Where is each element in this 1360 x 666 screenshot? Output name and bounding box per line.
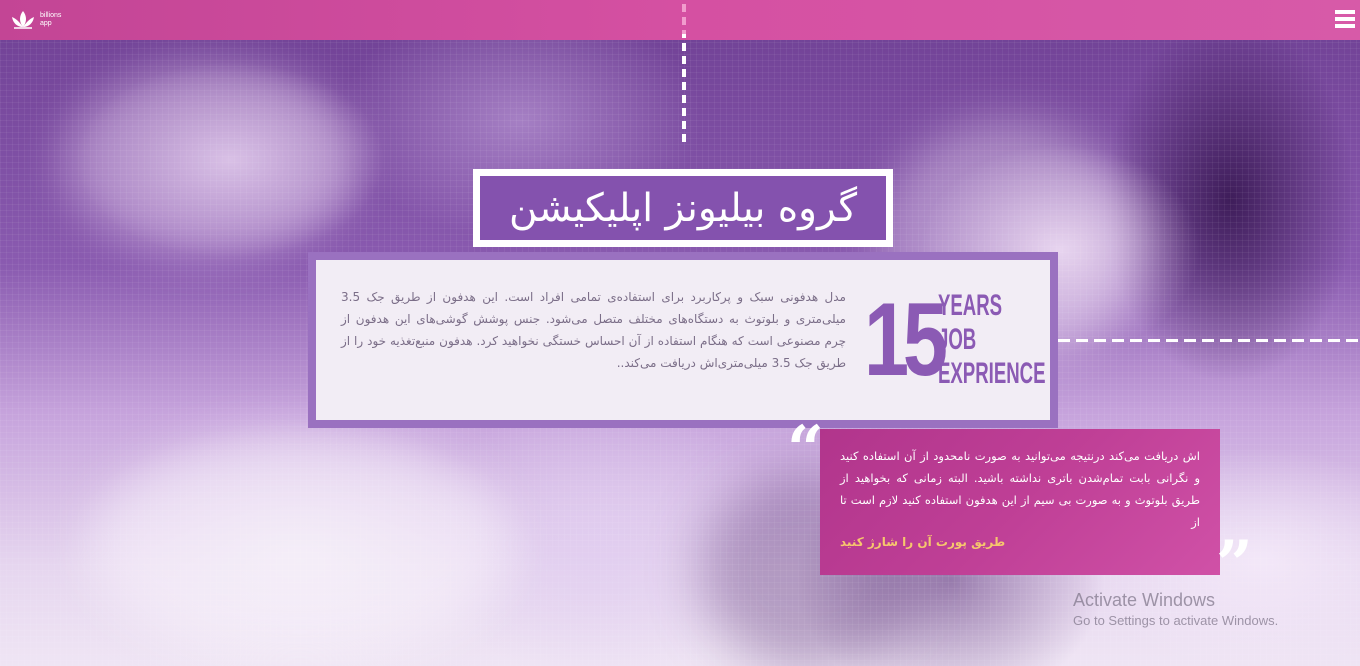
- experience-word-label: EXPRIENCE: [938, 357, 1046, 390]
- close-quote-icon: ”: [1216, 527, 1253, 602]
- brand-name: billions app: [40, 12, 62, 27]
- quote-box: اش دریافت می‌کند درنتیجه می‌توانید به صو…: [820, 429, 1220, 575]
- lotus-logo-icon: [12, 11, 34, 29]
- hero-title-box: گروه بیلیونز اپلیکیشن: [473, 169, 893, 247]
- info-description: مدل هدفونی سبک و پرکاربرد برای استفاده‌ی…: [341, 290, 846, 370]
- experience-badge: 15 YEARS JOB EXPRIENCE: [864, 285, 1111, 395]
- years-label: YEARS: [938, 289, 1003, 322]
- quote-link[interactable]: طریق پورت آن را شارژ کنید: [840, 535, 1005, 549]
- job-label: JOB: [938, 323, 977, 356]
- watermark-subtitle: Go to Settings to activate Windows.: [1073, 613, 1279, 628]
- top-nav-bar: billions app: [0, 0, 1360, 40]
- info-card: مدل هدفونی سبک و پرکاربرد برای استفاده‌ی…: [308, 252, 1058, 428]
- watermark-title: Activate Windows: [1073, 590, 1216, 610]
- years-number: 15: [864, 282, 948, 398]
- open-quote-icon: “: [787, 412, 824, 487]
- windows-activation-watermark: Activate Windows Go to Settings to activ…: [1073, 589, 1278, 630]
- page-title: گروه بیلیونز اپلیکیشن: [508, 185, 858, 231]
- info-card-inner: مدل هدفونی سبک و پرکاربرد برای استفاده‌ی…: [316, 260, 1050, 420]
- hero-title-inner: گروه بیلیونز اپلیکیشن: [480, 176, 886, 240]
- hamburger-menu-icon[interactable]: [1335, 9, 1355, 29]
- brand-logo[interactable]: billions app: [10, 8, 64, 32]
- vertical-dashed-line-top: [682, 4, 686, 34]
- quote-text: اش دریافت می‌کند درنتیجه می‌توانید به صو…: [840, 449, 1200, 529]
- experience-label: YEARS JOB EXPRIENCE: [938, 289, 1111, 391]
